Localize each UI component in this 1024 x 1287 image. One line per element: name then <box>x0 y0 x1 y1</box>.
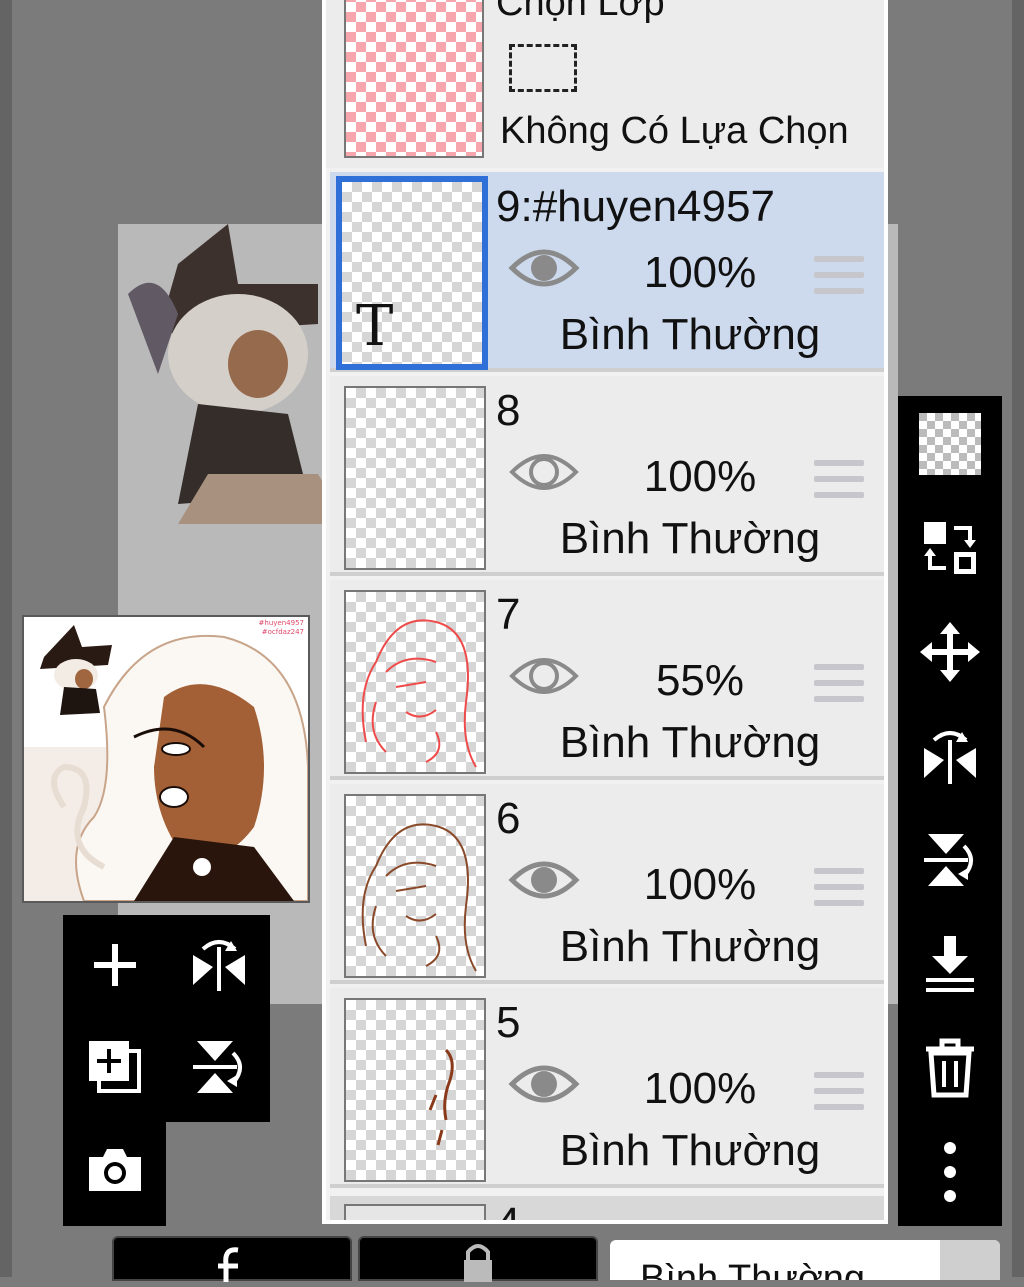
eye-icon <box>508 1065 580 1112</box>
flip-vertical-button[interactable] <box>179 1029 259 1109</box>
layer-thumbnail <box>344 998 486 1182</box>
layer-name: 6 <box>496 794 521 843</box>
transparency-icon <box>919 412 981 480</box>
layer-blend-mode: Bình Thường <box>559 718 821 767</box>
layer-thumbnail <box>344 1204 486 1220</box>
layer-thumbnail <box>344 794 486 978</box>
swap-layers-button[interactable] <box>910 510 990 590</box>
layer-blend-mode: Bình Thường <box>559 922 821 971</box>
flip-vertical-layer-button[interactable] <box>910 822 990 902</box>
chevron-down-icon <box>940 1240 1000 1280</box>
layer-row-8[interactable]: 8 100% Bình Thường <box>330 376 884 576</box>
preview-watermark: #huyen4957 #ocfdaz247 <box>259 619 304 637</box>
preview-artwork <box>24 617 308 901</box>
selection-marquee-icon <box>509 44 577 92</box>
more-icon <box>940 1140 960 1209</box>
layer-opacity: 100% <box>643 1064 757 1113</box>
camera-button[interactable] <box>75 1132 155 1212</box>
layer-opacity: 55% <box>655 656 745 705</box>
drag-handle-icon[interactable] <box>814 664 864 712</box>
visibility-toggle[interactable] <box>508 1060 580 1108</box>
layer-opacity: 100% <box>643 452 757 501</box>
move-icon <box>920 621 980 687</box>
layer-name: 9:#huyen4957 <box>496 182 775 231</box>
layer-thumbnail <box>344 590 486 774</box>
visibility-toggle[interactable] <box>508 652 580 700</box>
eye-icon <box>508 658 580 704</box>
layer-blend-mode: Bình Thường <box>559 1126 821 1175</box>
text-layer-mark: T <box>356 294 394 359</box>
clipping-icon <box>214 1246 250 1287</box>
more-options-button[interactable] <box>910 1134 990 1214</box>
add-layer-copy-icon <box>85 1037 145 1102</box>
drag-handle-icon[interactable] <box>814 868 864 916</box>
layer-row-7[interactable]: 7 55% Bình Thường <box>330 580 884 780</box>
visibility-toggle[interactable] <box>508 856 580 904</box>
merge-down-button[interactable] <box>910 926 990 1006</box>
drag-handle-icon[interactable] <box>814 1072 864 1120</box>
canvas-preview[interactable]: #huyen4957 #ocfdaz247 <box>22 615 310 903</box>
layer-thumbnail: T <box>336 176 488 370</box>
merge-down-icon <box>920 934 980 999</box>
flip-horizontal-button[interactable] <box>179 927 259 1007</box>
selection-title: Chọn Lớp <box>496 0 665 24</box>
layer-7-sketch <box>361 619 477 768</box>
swap-icon <box>920 518 980 583</box>
screen-edge-left <box>0 0 12 1277</box>
lock-alpha-button[interactable] <box>358 1236 598 1282</box>
right-toolbar <box>898 396 1002 1226</box>
drag-handle-icon[interactable] <box>814 460 864 508</box>
delete-layer-button[interactable] <box>910 1030 990 1110</box>
eye-icon <box>508 861 580 908</box>
flip-vertical-icon <box>189 1037 249 1102</box>
flip-horizontal-layer-button[interactable] <box>910 718 990 798</box>
add-layer-icon <box>90 940 140 995</box>
layer-row-6[interactable]: 6 100% Bình Thường <box>330 784 884 984</box>
layer-opacity: 100% <box>643 248 757 297</box>
layer-name: 4 <box>496 1199 521 1224</box>
layer-row-5[interactable]: 5 100% Bình Thường <box>330 988 884 1188</box>
layer-row-4[interactable]: 4 <box>330 1196 884 1224</box>
add-layer-copy-button[interactable] <box>75 1029 155 1109</box>
selection-thumbnail <box>344 0 484 158</box>
move-button[interactable] <box>910 614 990 694</box>
layer-blend-mode: Bình Thường <box>559 310 821 359</box>
clipping-button[interactable] <box>112 1236 352 1282</box>
blend-mode-select[interactable]: Bình Thường <box>610 1240 1000 1280</box>
add-layer-button[interactable] <box>75 927 155 1007</box>
layer-name: 5 <box>496 998 521 1047</box>
lock-icon <box>458 1242 498 1287</box>
layer-6-sketch <box>361 823 477 972</box>
layer-row-9[interactable]: T 9:#huyen4957 100% Bình Thường <box>330 172 884 372</box>
layer-name: 7 <box>496 590 521 639</box>
layer-opacity: 100% <box>643 860 757 909</box>
capture-tools-block <box>63 1120 166 1226</box>
eye-icon <box>508 249 580 296</box>
trash-icon <box>922 1037 978 1104</box>
layer-blend-mode: Bình Thường <box>559 514 821 563</box>
visibility-toggle[interactable] <box>508 244 580 292</box>
transparency-button[interactable] <box>910 406 990 486</box>
layer-tools-block <box>63 915 270 1122</box>
layer-5-sketch <box>428 1048 454 1146</box>
camera-icon <box>85 1145 145 1200</box>
eye-icon <box>508 454 580 500</box>
layer-thumbnail <box>344 386 486 570</box>
watermark-line-1: #huyen4957 <box>258 619 304 627</box>
drag-handle-icon[interactable] <box>814 256 864 304</box>
flip-horizontal-icon <box>189 935 249 1000</box>
layers-panel: Chọn Lớp Không Có Lựa Chọn T 9:#huyen495… <box>322 0 888 1224</box>
watermark-line-2: #ocfdaz247 <box>261 628 304 636</box>
selection-layer-row[interactable]: Chọn Lớp Không Có Lựa Chọn <box>326 0 884 168</box>
screen-edge-right <box>1012 0 1024 1277</box>
visibility-toggle[interactable] <box>508 448 580 496</box>
flip-vertical-icon <box>920 830 980 895</box>
layer-name: 8 <box>496 386 521 435</box>
flip-horizontal-icon <box>920 726 980 791</box>
selection-status: Không Có Lựa Chọn <box>500 110 849 152</box>
